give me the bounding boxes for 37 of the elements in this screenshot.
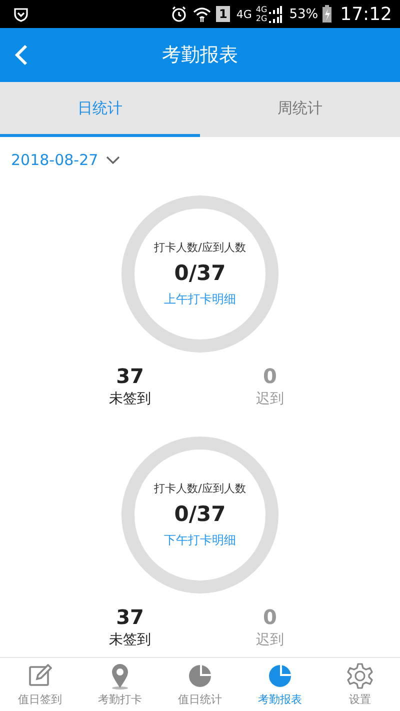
nav-item[interactable]: 考勤打卡: [80, 658, 160, 711]
pie-chart-icon: [267, 662, 293, 690]
stat-label: 未签到: [109, 390, 151, 408]
detail-link[interactable]: 上午打卡明细: [164, 291, 236, 308]
battery-percent: 53%: [289, 6, 318, 22]
nav-item[interactable]: 值日统计: [160, 658, 240, 711]
clock-time: 17:12: [340, 4, 392, 24]
ratio-caption: 打卡人数/应到人数: [154, 481, 246, 496]
date-picker[interactable]: 2018-08-27: [11, 151, 120, 169]
battery-icon: [322, 5, 332, 23]
tab[interactable]: 周统计: [200, 82, 400, 137]
settings-icon: [347, 662, 373, 690]
alarm-icon: [170, 5, 188, 23]
stat-value: 37: [116, 364, 144, 388]
chevron-down-icon: [106, 156, 120, 164]
stat-value: 0: [263, 605, 277, 629]
stat-label: 未签到: [109, 631, 151, 649]
sim-indicator: 1: [216, 6, 230, 22]
detail-link[interactable]: 下午打卡明细: [164, 532, 236, 549]
shield-icon: [12, 5, 30, 23]
pie-chart-icon: [187, 662, 213, 690]
page-title: 考勤报表: [162, 43, 238, 68]
nav-item[interactable]: 设置: [320, 658, 400, 711]
stat-label: 迟到: [256, 390, 284, 408]
tab[interactable]: 日统计: [0, 82, 200, 137]
stat-value: 0: [263, 364, 277, 388]
stat-label: 迟到: [256, 631, 284, 649]
network-label: 4G: [256, 5, 268, 14]
ratio-value: 0/37: [174, 502, 226, 526]
ratio-value: 0/37: [174, 261, 226, 285]
ratio-caption: 打卡人数/应到人数: [154, 240, 246, 255]
network-label: 4G: [236, 8, 252, 20]
wifi-icon: [192, 5, 212, 23]
nav-item[interactable]: 值日签到: [0, 658, 80, 711]
network-label: 2G: [256, 14, 268, 23]
nav-item[interactable]: 考勤报表: [240, 658, 320, 711]
stat-value: 37: [116, 605, 144, 629]
